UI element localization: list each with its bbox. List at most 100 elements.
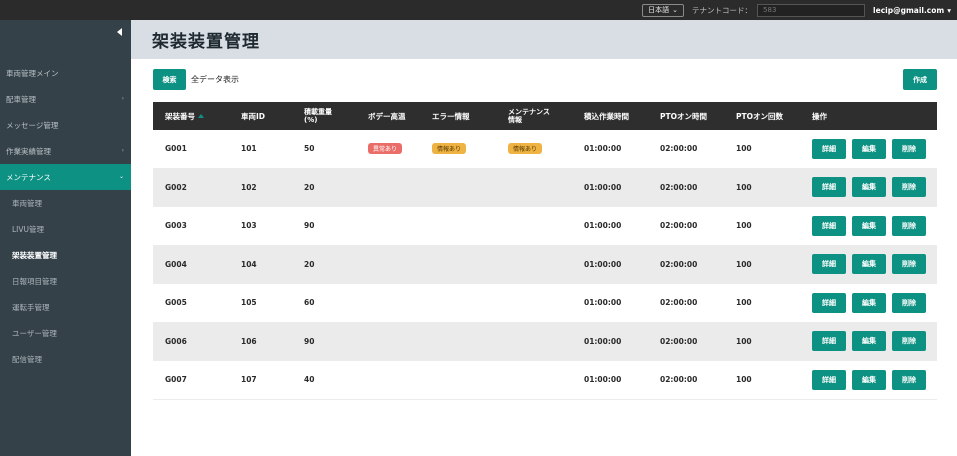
status-badge: 情報あり xyxy=(508,143,543,155)
detail-button[interactable]: 詳細 xyxy=(812,138,846,159)
cell-pto-count: 100 xyxy=(736,375,752,385)
table-body: G001 101 50 異常あり 情報あり 情報あり 01:00:00 02:0… xyxy=(153,130,937,400)
sidebar-item-messages[interactable]: メッセージ管理 xyxy=(0,112,131,138)
language-select[interactable]: 日本語 ⌄ xyxy=(642,3,685,17)
cell-pto-count: 100 xyxy=(736,259,752,269)
column-header-equipment-no[interactable]: 架装番号 xyxy=(153,111,229,122)
detail-button[interactable]: 詳細 xyxy=(812,215,846,236)
sidebar-item-delivery[interactable]: 配信管理 xyxy=(0,346,131,372)
sidebar-item-drivers[interactable]: 運転手管理 xyxy=(0,294,131,320)
edit-button[interactable]: 編集 xyxy=(852,215,886,236)
sidebar-item-label: 配信管理 xyxy=(12,354,42,364)
delete-button[interactable]: 削除 xyxy=(892,138,926,159)
cell-actions: 詳細 編集 削除 xyxy=(800,331,937,352)
delete-button[interactable]: 削除 xyxy=(892,292,926,313)
column-header-load: 積載重量 (%) xyxy=(292,108,356,124)
sidebar-item-livu[interactable]: LIVU管理 xyxy=(0,216,131,242)
cell-pto-time: 02:00:00 xyxy=(660,298,698,308)
sidebar-item-dispatch[interactable]: 配車管理 › xyxy=(0,86,131,112)
cell-vehicle-id: 107 xyxy=(241,375,257,385)
cell-load: 50 xyxy=(304,144,315,154)
sidebar-item-label: 運転手管理 xyxy=(12,302,50,312)
cell-loading-time: 01:00:00 xyxy=(584,298,622,308)
sidebar-item-label: 車両管理メイン xyxy=(6,68,59,78)
detail-button[interactable]: 詳細 xyxy=(812,177,846,198)
cell-loading-time: 01:00:00 xyxy=(584,182,622,192)
chevron-right-icon: › xyxy=(121,95,124,102)
cell-maintenance: 情報あり xyxy=(496,143,572,155)
create-button[interactable]: 作成 xyxy=(903,69,937,90)
edit-button[interactable]: 編集 xyxy=(852,292,886,313)
cell-vehicle-id: 102 xyxy=(241,182,257,192)
cell-actions: 詳細 編集 削除 xyxy=(800,177,937,198)
sidebar-item-vehicle-main[interactable]: 車両管理メイン xyxy=(0,60,131,86)
column-header-label: 積載重量 (%) xyxy=(304,108,332,124)
cell-pto-count: 100 xyxy=(736,336,752,346)
cell-equipment-no: G007 xyxy=(165,375,187,385)
detail-button[interactable]: 詳細 xyxy=(812,254,846,275)
sidebar-item-users[interactable]: ユーザー管理 xyxy=(0,320,131,346)
sidebar-item-vehicles[interactable]: 車両管理 xyxy=(0,190,131,216)
column-header-error: エラー情報 xyxy=(432,111,470,121)
cell-vehicle-id: 105 xyxy=(241,298,257,308)
user-menu[interactable]: lecip@gmail.com ▾ xyxy=(873,6,951,15)
table-row: G003 103 90 01:00:00 02:00:00 100 詳細 編集 … xyxy=(153,207,937,246)
cell-actions: 詳細 編集 削除 xyxy=(800,215,937,236)
detail-button[interactable]: 詳細 xyxy=(812,331,846,352)
delete-button[interactable]: 削除 xyxy=(892,369,926,390)
column-header-label: 架装番号 xyxy=(165,111,195,121)
sidebar-item-label: 架装装置管理 xyxy=(12,250,57,260)
edit-button[interactable]: 編集 xyxy=(852,254,886,275)
tenant-code-input[interactable] xyxy=(757,3,866,17)
sidebar-item-daily-report[interactable]: 日報項目管理 xyxy=(0,268,131,294)
delete-button[interactable]: 削除 xyxy=(892,254,926,275)
edit-button[interactable]: 編集 xyxy=(852,331,886,352)
detail-button[interactable]: 詳細 xyxy=(812,369,846,390)
sidebar-item-equipment[interactable]: 架装装置管理 xyxy=(0,242,131,268)
table-row: G006 106 90 01:00:00 02:00:00 100 詳細 編集 … xyxy=(153,322,937,361)
sidebar-item-label: ユーザー管理 xyxy=(12,328,57,338)
show-all-link[interactable]: 全データ表示 xyxy=(191,74,239,85)
sidebar-item-label: メンテナンス xyxy=(6,172,51,182)
detail-button[interactable]: 詳細 xyxy=(812,292,846,313)
edit-button[interactable]: 編集 xyxy=(852,369,886,390)
caret-down-icon: ▾ xyxy=(947,5,951,15)
column-header-vehicle-id: 車両ID xyxy=(241,111,266,121)
cell-vehicle-id: 104 xyxy=(241,259,257,269)
sort-asc-icon[interactable] xyxy=(198,114,204,118)
delete-button[interactable]: 削除 xyxy=(892,215,926,236)
edit-button[interactable]: 編集 xyxy=(852,138,886,159)
delete-button[interactable]: 削除 xyxy=(892,331,926,352)
edit-button[interactable]: 編集 xyxy=(852,177,886,198)
caret-left-icon[interactable] xyxy=(117,28,122,36)
table-row: G004 104 20 01:00:00 02:00:00 100 詳細 編集 … xyxy=(153,245,937,284)
cell-loading-time: 01:00:00 xyxy=(584,259,622,269)
cell-load: 60 xyxy=(304,298,315,308)
cell-equipment-no: G003 xyxy=(165,221,187,231)
cell-pto-count: 100 xyxy=(736,144,752,154)
column-header-body-temp: ボデー高温 xyxy=(368,111,406,121)
cell-equipment-no: G001 xyxy=(165,144,187,154)
page-title: 架装装置管理 xyxy=(152,32,260,52)
sidebar: 車両管理メイン 配車管理 › メッセージ管理 作業実績管理 › メンテナンス ⌄ 車両… xyxy=(0,20,131,456)
status-badge: 情報あり xyxy=(432,143,467,155)
cell-pto-time: 02:00:00 xyxy=(660,144,698,154)
cell-loading-time: 01:00:00 xyxy=(584,375,622,385)
delete-button[interactable]: 削除 xyxy=(892,177,926,198)
cell-load: 20 xyxy=(304,259,315,269)
search-button[interactable]: 検索 xyxy=(153,69,186,90)
cell-actions: 詳細 編集 削除 xyxy=(800,292,937,313)
sidebar-item-maintenance[interactable]: メンテナンス ⌄ xyxy=(0,164,131,190)
user-email: lecip@gmail.com xyxy=(873,5,945,15)
table-row: G001 101 50 異常あり 情報あり 情報あり 01:00:00 02:0… xyxy=(153,130,937,169)
cell-pto-count: 100 xyxy=(736,298,752,308)
sidebar-item-work-records[interactable]: 作業実績管理 › xyxy=(0,138,131,164)
cell-loading-time: 01:00:00 xyxy=(584,221,622,231)
top-bar: 日本語 ⌄ テナントコード： lecip@gmail.com ▾ xyxy=(0,0,957,20)
cell-load: 90 xyxy=(304,221,315,231)
cell-vehicle-id: 106 xyxy=(241,336,257,346)
cell-loading-time: 01:00:00 xyxy=(584,144,622,154)
cell-body-temp: 異常あり xyxy=(356,143,420,155)
table-header: 架装番号 車両ID 積載重量 (%) ボデー高温 エラー情報 メンテナンス 情報… xyxy=(153,102,937,130)
cell-load: 20 xyxy=(304,182,315,192)
